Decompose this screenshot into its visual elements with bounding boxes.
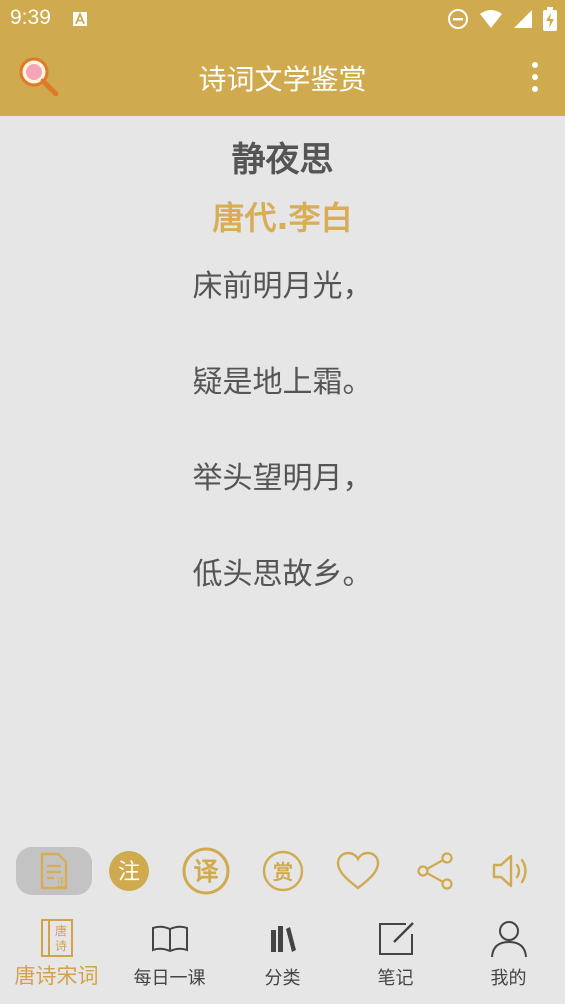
notes-label: 注 xyxy=(118,860,140,885)
favorite-button[interactable] xyxy=(332,838,384,904)
status-icons xyxy=(447,7,557,31)
original-icon-text: 正 xyxy=(56,876,67,889)
books-icon xyxy=(270,926,296,952)
nav-label: 每日一课 xyxy=(133,968,206,989)
nav-label: 笔记 xyxy=(377,968,414,989)
more-menu-icon[interactable] xyxy=(527,60,543,94)
notes-button[interactable]: 注 xyxy=(104,838,154,904)
heart-icon xyxy=(336,851,380,890)
appreciate-button[interactable]: 赏 xyxy=(258,838,308,904)
do-not-disturb-icon xyxy=(448,9,468,29)
original-text-button[interactable]: 正 xyxy=(16,847,92,895)
bottom-nav: 唐 诗 唐诗宋词 每日一课 分类 笔记 我的 xyxy=(0,910,565,1004)
status-time: 9:39 xyxy=(10,6,51,29)
document-icon: 正 xyxy=(40,852,68,890)
appreciate-label: 赏 xyxy=(273,860,293,884)
translate-label: 译 xyxy=(193,857,219,886)
poem-line: 疑是地上霜。 xyxy=(192,365,373,400)
battery-charging-icon xyxy=(543,7,557,31)
speaker-icon xyxy=(492,854,527,888)
poetry-icon-text-top: 唐 xyxy=(54,923,66,938)
nav-label: 唐诗宋词 xyxy=(14,964,99,988)
note-edit-icon xyxy=(378,922,414,955)
nav-notes[interactable]: 笔记 xyxy=(339,910,452,1004)
nav-label: 我的 xyxy=(490,968,527,989)
share-button[interactable] xyxy=(410,838,460,904)
keyboard-a-icon xyxy=(73,11,87,26)
app-title: 诗词文学鉴赏 xyxy=(198,63,367,96)
poetry-book-icon: 唐 诗 xyxy=(40,919,73,957)
cell-signal-icon xyxy=(514,10,532,28)
poem-line: 低头思故乡。 xyxy=(192,557,373,592)
nav-daily-lesson[interactable]: 每日一课 xyxy=(113,910,226,1004)
user-icon xyxy=(490,921,527,958)
poem-title: 静夜思 xyxy=(231,140,334,180)
nav-label: 分类 xyxy=(264,968,301,989)
translate-button[interactable]: 译 xyxy=(178,838,234,904)
status-bar: 9:39 xyxy=(0,0,565,38)
poem-toolbar: 正 注 译 赏 xyxy=(0,838,565,904)
app-bar: 诗词文学鉴赏 xyxy=(0,38,565,116)
poem-author[interactable]: 唐代.李白 xyxy=(0,193,565,239)
nav-categories[interactable]: 分类 xyxy=(226,910,339,1004)
wifi-icon xyxy=(480,10,502,28)
poem-line: 举头望明月， xyxy=(192,461,373,496)
appreciate-icon: 赏 xyxy=(262,850,304,892)
nav-profile[interactable]: 我的 xyxy=(452,910,565,1004)
nav-tang-poetry[interactable]: 唐 诗 唐诗宋词 xyxy=(0,910,113,1004)
translate-icon: 译 xyxy=(182,847,230,895)
audio-button[interactable] xyxy=(486,838,536,904)
notes-icon: 注 xyxy=(109,851,149,891)
share-icon xyxy=(417,852,453,890)
poem-line: 床前明月光， xyxy=(192,269,373,304)
open-book-icon xyxy=(151,925,188,953)
poetry-icon-text-bottom: 诗 xyxy=(54,939,66,953)
